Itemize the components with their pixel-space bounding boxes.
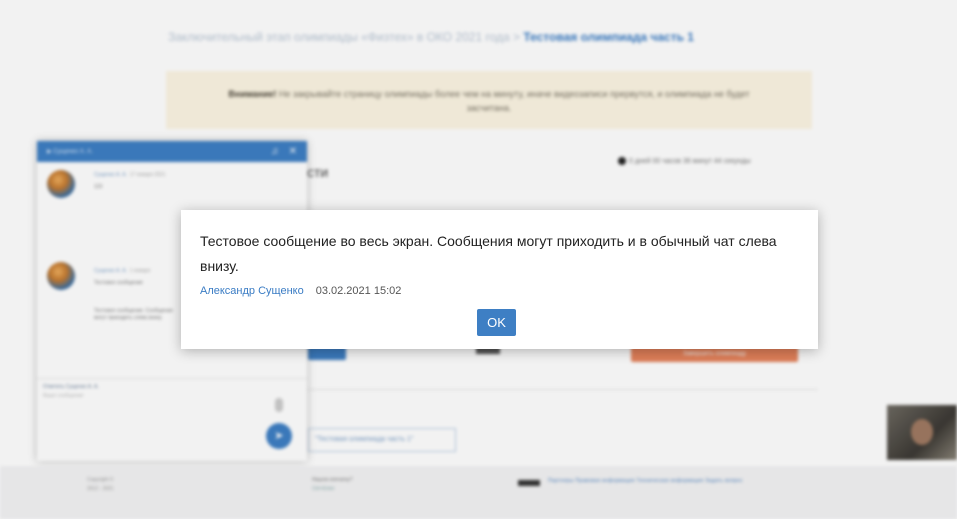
modal-author[interactable]: Александр Сущенко [200, 284, 304, 298]
modal-date: 03.02.2021 15:02 [315, 285, 402, 297]
modal-meta: Александр Сущенко 03.02.2021 15:02 [200, 284, 799, 298]
ok-button[interactable]: OK [477, 309, 516, 336]
message-modal: Тестовое сообщение во весь экран. Сообще… [181, 210, 818, 349]
modal-message: Тестовое сообщение во весь экран. Сообще… [200, 233, 777, 274]
